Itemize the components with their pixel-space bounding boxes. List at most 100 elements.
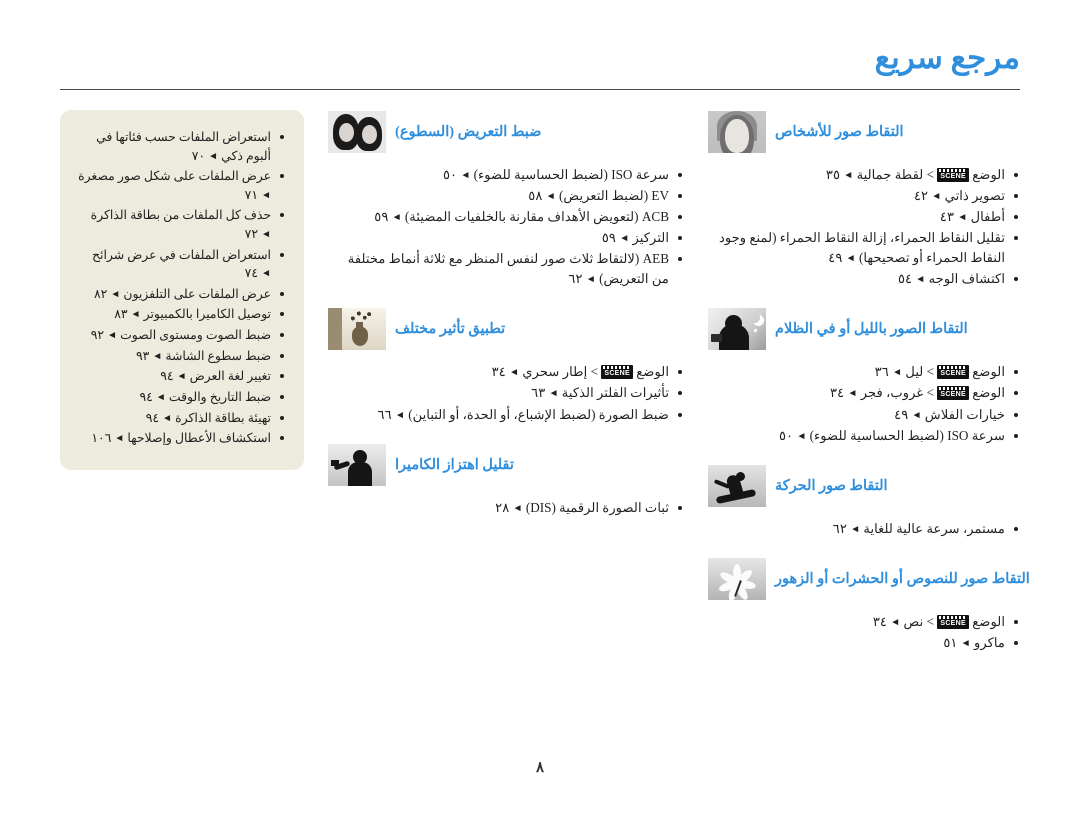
page-reference[interactable]: ◄ ٩٤ [146, 411, 172, 425]
reference-item[interactable]: سرعة ISO (لضبط الحساسية للضوء) ◄ ٥٠ [328, 165, 684, 185]
section-header: التقاط الصور بالليل أو في الظلام [708, 307, 1020, 351]
page-reference[interactable]: ◄ ٤٣ [940, 209, 967, 224]
reference-item[interactable]: توصيل الكاميرا بالكمبيوتر ◄ ٨٣ [78, 305, 286, 324]
content-area: التقاط صور للأشخاص الوضع SCENE > لقطة جما… [60, 110, 1030, 710]
reference-item[interactable]: تغيير لغة العرض ◄ ٩٤ [78, 367, 286, 386]
page-reference[interactable]: ◄ ٥٤ [898, 271, 925, 286]
reference-item[interactable]: تصوير ذاتي ◄ ٤٢ [708, 186, 1020, 206]
reference-item[interactable]: استكشاف الأعطال وإصلاحها ◄ ١٠٦ [78, 429, 286, 448]
arrow-icon: ◄ [509, 367, 520, 379]
section-item-list: الوضع SCENE > لقطة جمالية ◄ ٣٥ تصوير ذاتي… [708, 165, 1020, 289]
reference-item[interactable]: ضبط التاريخ والوقت ◄ ٩٤ [78, 388, 286, 407]
arrow-icon: ◄ [850, 523, 861, 535]
page-reference[interactable]: ◄ ٥٠ [443, 167, 470, 182]
page-reference[interactable]: ◄ ٤٢ [914, 188, 941, 203]
reference-item[interactable]: ACB (لتعويض الأهداف مقارنة بالخلفيات الم… [328, 207, 684, 227]
reference-item[interactable]: مستمر، سرعة عالية للغاية ◄ ٦٢ [708, 519, 1020, 539]
reference-item[interactable]: استعراض الملفات حسب فئاتها في ألبوم ذكي … [78, 128, 286, 165]
page-reference[interactable]: ◄ ٦٦ [378, 407, 405, 422]
page-reference[interactable]: ◄ ٧٤ [245, 266, 271, 280]
reference-item[interactable]: ثبات الصورة الرقمية (DIS) ◄ ٢٨ [328, 498, 684, 518]
reference-item[interactable]: EV (لضبط التعريض) ◄ ٥٨ [328, 186, 684, 206]
item-label: ضبط التاريخ والوقت [165, 389, 271, 404]
page-reference[interactable]: ◄ ٣٤ [873, 614, 900, 629]
page-reference[interactable]: ◄ ٥٨ [528, 188, 555, 203]
reference-item[interactable]: عرض الملفات على التلفزيون ◄ ٨٢ [78, 285, 286, 304]
reference-item[interactable]: AEB (لالتقاط ثلاث صور لنفس المنظر مع ثلا… [328, 249, 684, 289]
arrow-icon: ◄ [261, 189, 271, 201]
page-reference[interactable]: ◄ ٦٢ [568, 271, 595, 286]
reference-item[interactable]: ضبط الصوت ومستوى الصوت ◄ ٩٢ [78, 326, 286, 345]
reference-item[interactable]: عرض الملفات على شكل صور مصغرة ◄ ٧١ [78, 167, 286, 204]
arrow-icon: ◄ [391, 212, 402, 224]
reference-item[interactable]: الوضع SCENE > إطار سحري ◄ ٣٤ [328, 362, 684, 382]
item-label: ضبط الصورة (لضبط الإشباع، أو الحدة، أو ا… [404, 406, 669, 422]
arrow-icon: ◄ [847, 388, 858, 400]
page-reference[interactable]: ◄ ٣٦ [875, 364, 902, 379]
reference-item[interactable]: تقليل النقاط الحمراء، إزالة النقاط الحمر… [708, 228, 1020, 268]
reference-item[interactable]: خيارات الفلاش ◄ ٤٩ [708, 405, 1020, 425]
page-reference[interactable]: ◄ ٢٨ [495, 500, 522, 515]
page-reference[interactable]: ◄ ٨٣ [114, 307, 140, 321]
item-label: الوضع [968, 385, 1005, 401]
page-reference[interactable]: ◄ ١٠٦ [91, 431, 124, 445]
night-thumb [708, 308, 766, 351]
page-reference[interactable]: ◄ ٥١ [943, 635, 970, 650]
reference-item[interactable]: تأثيرات الفلتر الذكية ◄ ٦٣ [328, 383, 684, 403]
page-reference[interactable]: ◄ ٩٤ [140, 390, 166, 404]
page-reference[interactable]: ◄ ٧٠ [192, 149, 218, 163]
page-reference[interactable]: ◄ ٩٢ [91, 328, 117, 342]
item-label-cont: > إطار سحري [519, 364, 602, 380]
reference-item[interactable]: استعراض الملفات في عرض شرائح ◄ ٧٤ [78, 246, 286, 283]
page-reference[interactable]: ◄ ٩٤ [160, 369, 186, 383]
reference-item[interactable]: تهيئة بطاقة الذاكرة ◄ ٩٤ [78, 409, 286, 428]
item-label: عرض الملفات على شكل صور مصغرة [78, 169, 271, 184]
item-label: توصيل الكاميرا بالكمبيوتر [140, 307, 271, 322]
page-reference[interactable]: ◄ ٣٤ [492, 364, 519, 379]
reference-item[interactable]: اكتشاف الوجه ◄ ٥٤ [708, 269, 1020, 289]
page-reference[interactable]: ◄ ٥٠ [779, 428, 806, 443]
reference-item[interactable]: الوضع SCENE > غروب، فجر ◄ ٣٤ [708, 383, 1020, 403]
reference-item[interactable]: سرعة ISO (لضبط الحساسية للضوء) ◄ ٥٠ [708, 426, 1020, 446]
item-label: تغيير لغة العرض [186, 369, 271, 384]
item-label: حذف كل الملفات من بطاقة الذاكرة [90, 208, 271, 223]
page-title: مرجع سريع [874, 40, 1020, 75]
page-reference[interactable]: ◄ ٣٤ [830, 385, 857, 400]
page-reference[interactable]: ◄ ٧١ [245, 188, 271, 202]
page-reference[interactable]: ◄ ٤٩ [894, 407, 921, 422]
reference-item[interactable]: الوضع SCENE > لقطة جمالية ◄ ٣٥ [708, 165, 1020, 185]
reference-item[interactable]: ضبط الصورة (لضبط الإشباع، أو الحدة، أو ا… [328, 405, 684, 425]
page-reference[interactable]: ◄ ٦٣ [531, 385, 558, 400]
page-reference[interactable]: ◄ ٩٣ [136, 349, 162, 363]
page-reference[interactable]: ◄ ٧٢ [245, 227, 271, 241]
section-header: التقاط صور الحركة [708, 464, 1020, 508]
column-right: التقاط صور للأشخاص الوضع SCENE > لقطة جما… [708, 110, 1030, 671]
arrow-icon: ◄ [460, 170, 471, 181]
quick-reference-page: مرجع سريع التقاط صور للأشخاص الوضع SCENE … [0, 0, 1080, 815]
portrait-thumb [708, 111, 766, 153]
reference-item[interactable]: أطفال ◄ ٤٣ [708, 207, 1020, 227]
reference-item[interactable]: ماكرو ◄ ٥١ [708, 633, 1020, 653]
item-label: سرعة ISO (لضبط الحساسية للضوء) [470, 167, 669, 182]
reference-item[interactable]: التركيز ◄ ٥٩ [328, 228, 684, 248]
arrow-icon: ◄ [585, 274, 596, 286]
item-label: استعراض الملفات حسب فئاتها في ألبوم ذكي [96, 130, 271, 163]
item-label-cont: > لقطة جمالية [853, 167, 938, 182]
reference-item[interactable]: ضبط سطوع الشاشة ◄ ٩٣ [78, 347, 286, 366]
page-number: ٨ [535, 760, 545, 776]
page-reference[interactable]: ◄ ٥٩ [374, 209, 401, 224]
arrow-icon: ◄ [890, 616, 901, 628]
reference-item[interactable]: حذف كل الملفات من بطاقة الذاكرة ◄ ٧٢ [78, 206, 286, 243]
arrow-icon: ◄ [114, 433, 125, 445]
reference-item[interactable]: الوضع SCENE > نص ◄ ٣٤ [708, 612, 1020, 632]
page-reference[interactable]: ◄ ٦٢ [833, 521, 860, 536]
section-title: التقاط صور الحركة [775, 477, 888, 494]
item-label: ACB (لتعويض الأهداف مقارنة بالخلفيات الم… [401, 209, 669, 225]
section-title: تطبيق تأثير مختلف [395, 321, 506, 338]
page-reference[interactable]: ◄ ٣٥ [826, 167, 853, 182]
page-reference[interactable]: ◄ ٨٢ [94, 287, 120, 301]
page-reference[interactable]: ◄ ٥٩ [602, 230, 629, 245]
arrow-icon: ◄ [915, 274, 926, 286]
reference-item[interactable]: الوضع SCENE > ليل ◄ ٣٦ [708, 362, 1020, 382]
page-reference[interactable]: ◄ ٤٩ [828, 250, 855, 265]
